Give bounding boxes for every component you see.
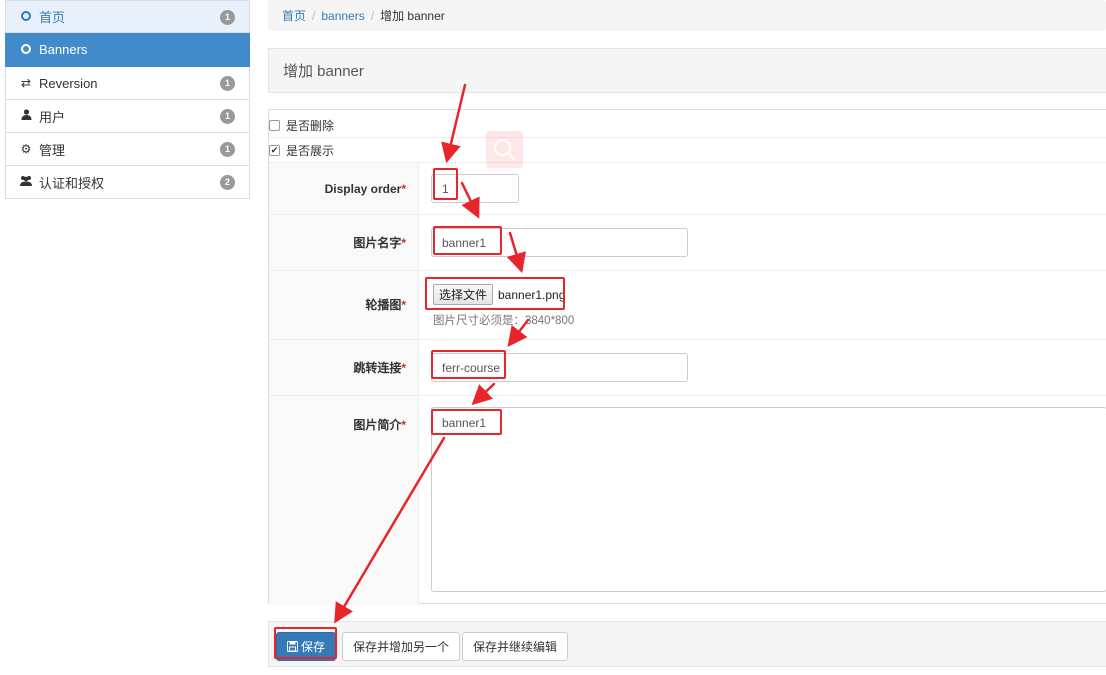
save-icon (287, 641, 298, 652)
description-row: 图片简介* banner1 (269, 395, 1106, 605)
breadcrumb-separator: / (312, 8, 316, 23)
image-name-label: 图片名字* (269, 215, 419, 270)
sidebar-item-label: Banners (39, 42, 88, 57)
sidebar-item-reversion[interactable]: ⇄ Reversion 1 (5, 67, 250, 100)
save-button[interactable]: 保存 (276, 632, 336, 661)
sidebar-item-label: 认证和授权 (39, 175, 105, 191)
save-add-another-button[interactable]: 保存并增加另一个 (342, 632, 461, 661)
carousel-image-label: 轮播图* (269, 271, 419, 339)
search-icon (494, 139, 516, 161)
jump-link-row: 跳转连接* ferr-course (269, 339, 1106, 395)
breadcrumb-current: 增加 banner (380, 9, 445, 23)
count-badge: 1 (220, 109, 235, 124)
carousel-image-row: 轮播图* 选择文件 banner1.png 图片尺寸必须是：3840*800 (269, 270, 1106, 339)
sidebar-item-label: 管理 (39, 142, 66, 158)
breadcrumb-separator: / (370, 8, 375, 23)
count-badge: 1 (220, 142, 235, 157)
sidebar-item-label: Reversion (39, 75, 98, 91)
sidebar-item-banners[interactable]: Banners (5, 33, 250, 67)
is-shown-row: ✔ 是否展示 (269, 138, 1106, 163)
breadcrumb-banners-link[interactable]: banners (321, 9, 364, 23)
sidebar-item-admin[interactable]: ⚙ 管理 1 (5, 133, 250, 166)
is-deleted-checkbox[interactable] (269, 119, 280, 131)
selected-file-name: banner1.png (498, 288, 566, 302)
gear-icon: ⚙ (20, 142, 32, 156)
exchange-icon: ⇄ (20, 76, 32, 90)
count-badge: 1 (220, 10, 235, 25)
sidebar-nav: 首页 1 Banners ⇄ Reversion 1 用户 1 ⚙ 管理 1 认… (5, 0, 250, 199)
count-badge: 1 (220, 76, 235, 91)
is-deleted-label: 是否删除 (286, 118, 335, 133)
is-deleted-row: 是否删除 (269, 113, 1106, 138)
circle-icon (18, 43, 34, 57)
sidebar-item-label: 首页 (39, 10, 66, 25)
display-order-input[interactable]: 1 (431, 174, 519, 203)
sidebar-item-auth[interactable]: 认证和授权 2 (5, 166, 250, 199)
count-badge: 2 (220, 175, 235, 190)
group-icon (18, 175, 34, 189)
sidebar-item-home[interactable]: 首页 1 (5, 0, 250, 33)
breadcrumb: 首页 / banners / 增加 banner (268, 0, 1106, 31)
sidebar-item-label: 用户 (39, 109, 66, 125)
is-shown-checkbox[interactable]: ✔ (269, 144, 280, 156)
image-name-row: 图片名字* banner1 (269, 214, 1106, 270)
user-icon (18, 109, 34, 123)
search-overlay[interactable] (486, 131, 523, 168)
description-label: 图片简介* (269, 396, 419, 605)
image-size-help: 图片尺寸必须是：3840*800 (433, 315, 575, 327)
choose-file-button[interactable]: 选择文件 (433, 284, 494, 305)
is-shown-label: 是否展示 (286, 143, 335, 158)
sidebar-item-users[interactable]: 用户 1 (5, 100, 250, 133)
jump-link-input[interactable]: ferr-course (431, 353, 688, 382)
save-continue-button[interactable]: 保存并继续编辑 (462, 632, 569, 661)
page-title: 增加 banner (268, 48, 1106, 93)
banner-form: 是否删除 ✔ 是否展示 Display order* 1 图片名字* banne… (268, 109, 1106, 605)
jump-link-label: 跳转连接* (269, 340, 419, 395)
form-actions: 保存 保存并增加另一个 保存并继续编辑 (268, 621, 1106, 667)
description-textarea[interactable]: banner1 (431, 407, 1106, 592)
circle-icon (18, 10, 34, 24)
display-order-row: Display order* 1 (269, 162, 1106, 214)
display-order-label: Display order* (269, 163, 419, 214)
save-button-label: 保存 (301, 640, 326, 654)
image-name-input[interactable]: banner1 (431, 228, 688, 257)
breadcrumb-home-link[interactable]: 首页 (282, 7, 306, 24)
admin-page: 首页 1 Banners ⇄ Reversion 1 用户 1 ⚙ 管理 1 认… (0, 0, 1106, 675)
